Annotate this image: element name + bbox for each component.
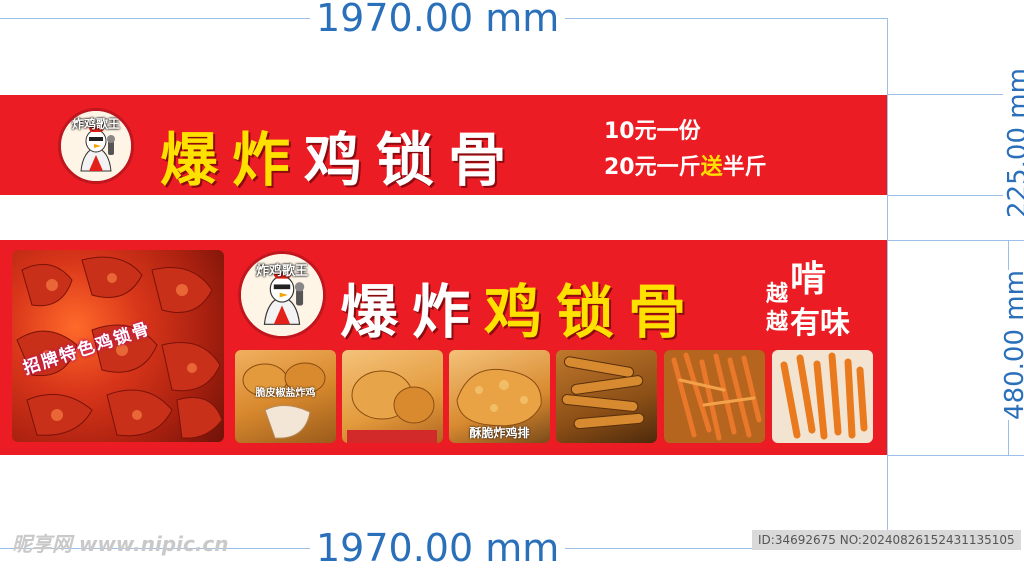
main-title-2: 爆炸鸡锁骨 [340, 265, 700, 349]
guide-line-right [887, 18, 888, 549]
title-char-1: 爆 [160, 126, 233, 194]
food-photo-1-caption: 脆皮椒盐炸鸡 [255, 388, 316, 399]
title-char-5: 骨 [448, 126, 521, 194]
logo-text-2: 炸鸡歌王 [255, 264, 308, 279]
title2-char-3: 鸡 [484, 278, 557, 346]
slogan-char-4: 有味 [790, 306, 850, 341]
food-photo-6 [772, 350, 873, 443]
dimension-bottom-width: 1970.00 mm [310, 526, 566, 570]
banner-top: 炸鸡歌王 爆炸鸡锁骨 10元一份 20元一斤送半斤 [0, 95, 887, 195]
main-title: 爆炸鸡锁骨 [160, 113, 520, 197]
food-photo-3-caption: 酥脆炸鸡排 [469, 426, 530, 440]
title2-char-5: 骨 [628, 278, 701, 346]
price-line-2: 20元一斤送半斤 [604, 149, 767, 181]
banner-bottom: 招牌特色鸡锁骨 炸鸡歌王 爆炸鸡锁骨 越 啃 越 有味 脆皮椒盐炸鸡 酥脆炸鸡排 [0, 240, 887, 455]
slogan-char-2: 啃 [790, 259, 827, 300]
food-photo-5 [664, 350, 765, 443]
dimension-top-width: 1970.00 mm [310, 0, 566, 40]
logo-text: 炸鸡歌王 [71, 117, 120, 131]
image-id-label: ID:34692675 NO:20240826152431135105 [752, 530, 1021, 550]
brand-logo-2: 炸鸡歌王 [238, 251, 326, 339]
dimension-banner2-height: 480.00 mm [1000, 270, 1024, 420]
food-photo-4 [556, 350, 657, 443]
title2-char-2: 炸 [412, 278, 485, 346]
title-char-3: 鸡 [304, 126, 377, 194]
watermark-text: 昵享网 www.nipic.cn [12, 532, 229, 556]
price-line-2-a: 20元一斤 [604, 155, 701, 180]
chicken-drumstick-image [347, 370, 437, 443]
guide-tick-4 [888, 455, 1024, 456]
price-line-2-c: 半斤 [722, 155, 767, 180]
title2-char-4: 锁 [556, 278, 629, 346]
price-line-2-b: 送 [700, 155, 723, 180]
food-photo-1: 脆皮椒盐炸鸡 [235, 350, 336, 443]
food-photo-3: 酥脆炸鸡排 [449, 350, 550, 443]
chicken-strips-image [561, 356, 645, 430]
fries-image [671, 352, 762, 441]
guide-tick-3 [888, 240, 1024, 241]
title-char-4: 锁 [376, 126, 449, 194]
sweet-potato-fries-image [780, 352, 868, 440]
feature-photo: 招牌特色鸡锁骨 [12, 250, 224, 442]
title-char-2: 炸 [232, 126, 305, 194]
slogan-char-3: 越 [766, 310, 789, 335]
dimension-banner1-height: 225.00 mm [1003, 68, 1024, 218]
brand-logo: 炸鸡歌王 [58, 108, 134, 184]
title2-char-1: 爆 [340, 278, 413, 346]
price-line-1: 10元一份 [604, 119, 701, 144]
food-photo-2 [342, 350, 443, 443]
